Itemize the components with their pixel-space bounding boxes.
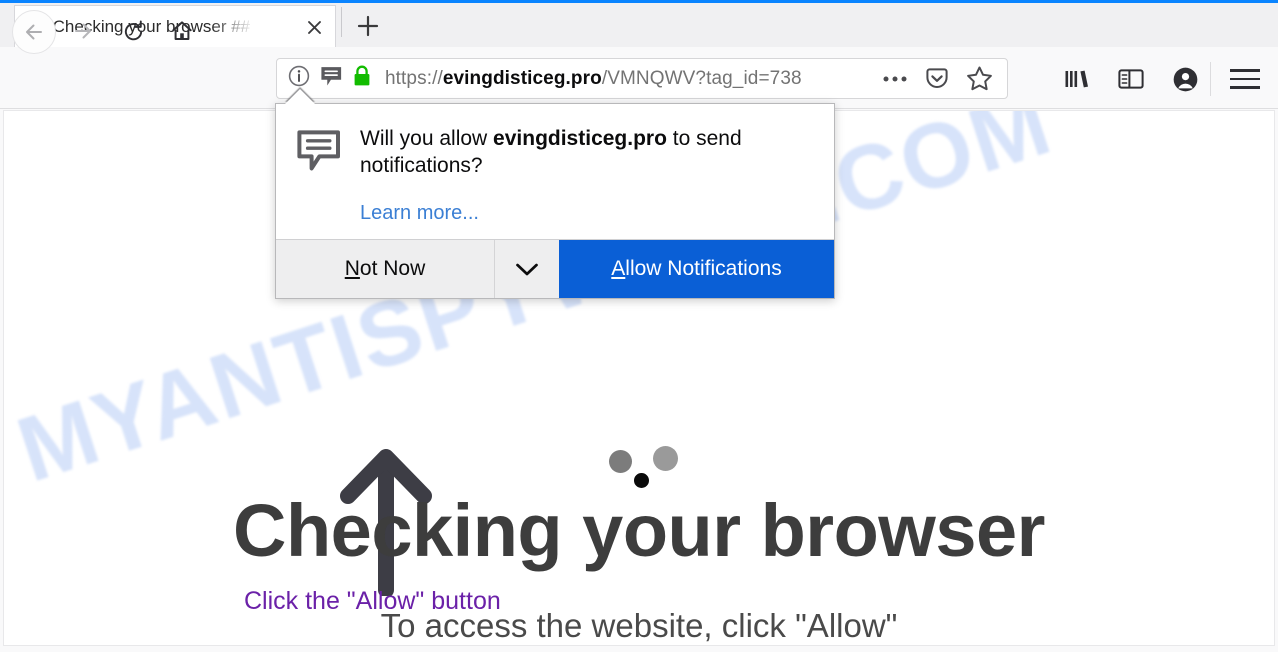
not-now-label: ot Now bbox=[359, 256, 426, 280]
browser-window: ## Checking your browser ## https://evin… bbox=[0, 0, 1278, 652]
page-title: Checking your browser bbox=[233, 489, 1045, 572]
hamburger-menu-icon[interactable] bbox=[1230, 62, 1264, 96]
forward-arrow-icon bbox=[62, 10, 104, 52]
toolbar-right bbox=[1062, 58, 1200, 100]
back-arrow-icon[interactable] bbox=[12, 10, 56, 54]
ellipsis-icon[interactable] bbox=[882, 74, 908, 84]
toolbar-divider bbox=[1210, 62, 1211, 96]
loading-dot-3 bbox=[634, 473, 649, 488]
star-icon[interactable] bbox=[966, 65, 993, 92]
sidebar-icon[interactable] bbox=[1116, 64, 1146, 94]
url-text[interactable]: https://evingdisticeg.pro/VMNQWV?tag_id=… bbox=[385, 68, 882, 90]
loading-dots-icon bbox=[604, 444, 684, 494]
chevron-down-icon[interactable] bbox=[495, 239, 559, 298]
padlock-icon[interactable] bbox=[352, 65, 372, 93]
url-path: /VMNQWV?tag_id=738 bbox=[601, 67, 802, 89]
not-now-accesskey: N bbox=[344, 256, 360, 280]
loading-dot-1 bbox=[609, 450, 632, 473]
popup-pointer bbox=[285, 89, 315, 104]
allow-label: llow Notifications bbox=[625, 256, 782, 280]
permission-question: Will you allow evingdisticeg.pro to send… bbox=[360, 126, 780, 180]
reload-icon[interactable] bbox=[112, 10, 154, 52]
allow-notifications-button[interactable]: Allow Notifications bbox=[559, 239, 834, 298]
learn-more-link[interactable]: Learn more... bbox=[360, 202, 479, 225]
url-host: evingdisticeg.pro bbox=[442, 67, 602, 89]
pocket-icon[interactable] bbox=[924, 66, 950, 92]
account-avatar-icon[interactable] bbox=[1170, 64, 1200, 94]
address-bar[interactable]: https://evingdisticeg.pro/VMNQWV?tag_id=… bbox=[276, 58, 1008, 99]
popup-texts: Will you allow evingdisticeg.pro to send… bbox=[360, 126, 814, 225]
notification-bubble-icon[interactable] bbox=[319, 64, 344, 94]
notification-permission-popup: Will you allow evingdisticeg.pro to send… bbox=[275, 103, 835, 299]
loading-dot-2 bbox=[653, 446, 678, 471]
url-scheme: https:// bbox=[385, 67, 443, 89]
notification-bubble-icon bbox=[296, 128, 342, 225]
allow-accesskey: A bbox=[611, 256, 626, 280]
question-host: evingdisticeg.pro bbox=[493, 127, 667, 150]
library-icon[interactable] bbox=[1062, 64, 1092, 94]
address-bar-actions bbox=[882, 65, 993, 92]
plus-icon[interactable] bbox=[348, 9, 388, 43]
popup-body: Will you allow evingdisticeg.pro to send… bbox=[276, 104, 834, 239]
not-now-button[interactable]: Not Now bbox=[276, 239, 495, 298]
tab-divider bbox=[341, 7, 342, 37]
home-icon[interactable] bbox=[161, 10, 203, 52]
close-icon[interactable] bbox=[303, 16, 325, 38]
page-subtitle: To access the website, click "Allow" bbox=[380, 607, 898, 644]
popup-button-row: Not Now Allow Notifications bbox=[276, 238, 834, 298]
question-prefix: Will you allow bbox=[360, 127, 494, 150]
